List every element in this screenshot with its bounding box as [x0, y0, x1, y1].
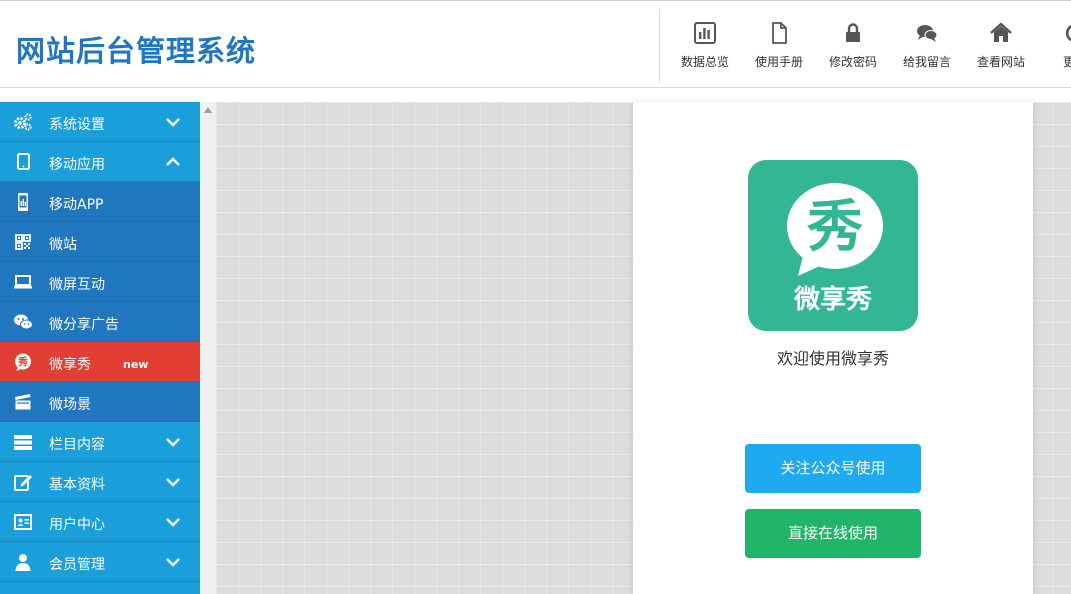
sidebar-item-label: 基本资料: [49, 477, 105, 493]
follow-official-account-button[interactable]: 关注公众号使用: [745, 444, 921, 493]
nav-label: 数据总览: [680, 55, 729, 69]
sidebar-item-member-management[interactable]: 会员管理: [0, 542, 200, 582]
top-nav: 数据总览 使用手册 修改密码 给我留言 查看网站 更: [668, 1, 1071, 89]
document-icon: [772, 22, 787, 44]
nav-label: 给我留言: [902, 55, 951, 69]
sidebar-item-label: 栏目内容: [49, 437, 105, 453]
sidebar-item-label: 微场景: [49, 397, 91, 413]
sidebar-item-micro-site[interactable]: 微站: [0, 222, 200, 262]
sidebar-item-label: 用户中心: [49, 517, 105, 533]
tablet-icon: [13, 152, 33, 172]
use-online-button[interactable]: 直接在线使用: [745, 509, 921, 558]
top-header: 网站后台管理系统 数据总览 使用手册 修改密码 给我留言 查看网站 更: [0, 0, 1071, 88]
sidebar-item-label: 微屏互动: [49, 277, 105, 293]
new-badge: new: [123, 358, 149, 371]
user-icon: [13, 552, 33, 572]
xiu-logo-icon: 秀 微享秀: [787, 183, 883, 315]
sidebar-item-label: 移动应用: [49, 157, 105, 173]
sidebar-item-label: 微分享广告: [49, 317, 119, 333]
nav-label: 修改密码: [828, 55, 877, 69]
sidebar-item-weixiangxiu[interactable]: 秀 微享秀 new: [0, 342, 200, 382]
clapperboard-icon: [13, 392, 33, 412]
comments-icon: [917, 25, 938, 42]
nav-view-site[interactable]: 查看网站: [964, 19, 1038, 75]
chevron-down-icon: [166, 118, 180, 127]
weixiangxiu-logo: 秀 微享秀: [748, 160, 918, 331]
sidebar-scrollbar[interactable]: [200, 102, 216, 594]
cogs-icon: [13, 112, 33, 132]
sidebar-item-basic-info[interactable]: 基本资料: [0, 462, 200, 502]
nav-label: 查看网站: [976, 55, 1025, 69]
sidebar-item-mobile-apps[interactable]: 移动应用: [0, 142, 200, 182]
site-title: 网站后台管理系统: [16, 34, 257, 68]
sidebar-item-user-center[interactable]: 用户中心: [0, 502, 200, 542]
nav-leave-message[interactable]: 给我留言: [890, 19, 964, 75]
laptop-icon: [13, 272, 33, 292]
scroll-up-arrow-icon[interactable]: [204, 107, 212, 113]
sidebar-item-system-settings[interactable]: 系统设置: [0, 102, 200, 142]
weixiangxiu-card: 秀 微享秀 欢迎使用微享秀 关注公众号使用 直接在线使用: [633, 102, 1033, 594]
columns-icon: [13, 432, 33, 452]
sidebar-item-label: 微站: [49, 237, 77, 253]
user-card-icon: [13, 512, 33, 532]
header-divider: [659, 9, 660, 83]
logo-name: 微享秀: [793, 284, 872, 315]
sidebar-item-screen-interaction[interactable]: 微屏互动: [0, 262, 200, 302]
bar-chart-icon: [694, 22, 716, 44]
wechat-icon: [13, 312, 33, 332]
nav-label: 更新: [1062, 55, 1071, 69]
nav-update[interactable]: 更新: [1038, 19, 1071, 75]
nav-manual[interactable]: 使用手册: [742, 19, 816, 75]
edit-icon: [13, 472, 33, 492]
chevron-down-icon: [166, 438, 180, 447]
sidebar-item-label: 微享秀: [49, 357, 91, 373]
sidebar-item-column-content[interactable]: 栏目内容: [0, 422, 200, 462]
refresh-icon: [1065, 24, 1071, 42]
home-icon: [990, 22, 1012, 42]
nav-label: 使用手册: [754, 55, 803, 69]
mobile-app-icon: [13, 192, 33, 212]
nav-data-overview[interactable]: 数据总览: [668, 19, 742, 75]
sidebar-item-label: 会员管理: [49, 557, 105, 573]
welcome-text: 欢迎使用微享秀: [776, 349, 889, 368]
svg-text:秀: 秀: [17, 356, 28, 369]
nav-change-password[interactable]: 修改密码: [816, 19, 890, 75]
chevron-down-icon: [166, 518, 180, 527]
sidebar: 系统设置 移动应用 移动APP 微站 微屏互动 微分享广告 秀 微享秀 new …: [0, 102, 200, 594]
main-content: 秀 微享秀 欢迎使用微享秀 关注公众号使用 直接在线使用: [216, 102, 1071, 594]
xiu-icon: 秀: [13, 352, 33, 372]
chevron-down-icon: [166, 558, 180, 567]
chevron-up-icon: [166, 157, 180, 166]
sidebar-item-label: 移动APP: [49, 197, 104, 213]
lock-icon: [846, 23, 860, 42]
sidebar-item-label: 系统设置: [49, 117, 105, 133]
qrcode-icon: [13, 232, 33, 252]
sidebar-item-mobile-app[interactable]: 移动APP: [0, 182, 200, 222]
chevron-down-icon: [166, 478, 180, 487]
logo-glyph: 秀: [806, 195, 863, 260]
sidebar-item-micro-scene[interactable]: 微场景: [0, 382, 200, 422]
sidebar-item-share-ads[interactable]: 微分享广告: [0, 302, 200, 342]
